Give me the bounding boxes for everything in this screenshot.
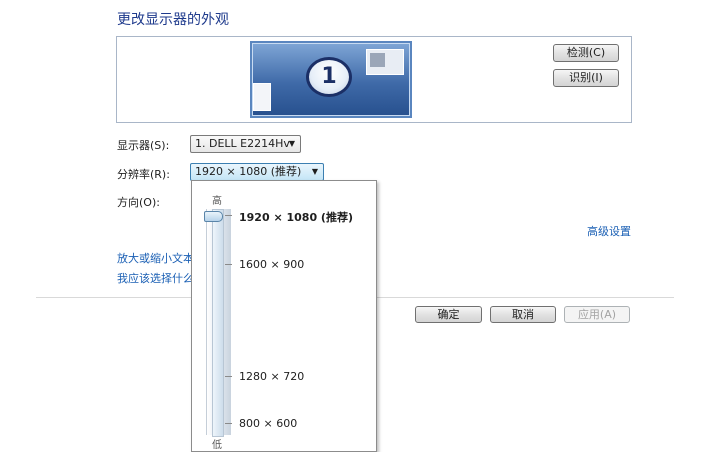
ok-button[interactable]: 确定 [415, 306, 482, 323]
resolution-dropdown: 高 1920 × 1080 (推荐) 1600 × 900 1280 × 720… [191, 180, 377, 452]
which-settings-link[interactable]: 我应该选择什么 [117, 270, 194, 286]
resolution-option[interactable]: 1600 × 900 [239, 258, 304, 271]
scale-high-label: 高 [212, 196, 222, 207]
apply-button: 应用(A) [564, 306, 630, 323]
resolution-slider-fill [212, 209, 224, 437]
resolution-select[interactable]: 1920 × 1080 (推荐) ▼ [190, 163, 324, 181]
page-title: 更改显示器的外观 [117, 12, 229, 28]
resolution-slider-thumb[interactable] [204, 211, 223, 222]
monitor-document-graphic [253, 83, 271, 111]
resolution-option[interactable]: 1920 × 1080 (推荐) [239, 209, 353, 225]
chevron-down-icon: ▼ [288, 139, 295, 148]
slider-tick [225, 215, 232, 216]
slider-tick [225, 423, 232, 424]
text-size-link[interactable]: 放大或缩小文本 [117, 250, 194, 266]
slider-tick [225, 264, 232, 265]
orientation-label: 方向(O): [117, 196, 160, 209]
slider-tick [225, 376, 232, 377]
advanced-settings-link[interactable]: 高级设置 [587, 223, 631, 239]
display-select[interactable]: 1. DELL E2214Hv ▼ [190, 135, 301, 153]
cancel-button[interactable]: 取消 [490, 306, 556, 323]
resolution-option[interactable]: 1280 × 720 [239, 370, 304, 383]
display-label: 显示器(S): [117, 139, 170, 152]
scale-low-label: 低 [212, 440, 222, 451]
monitor-window-graphic [366, 49, 404, 75]
resolution-select-value: 1920 × 1080 (推荐) [195, 165, 302, 178]
monitor-number-badge: 1 [306, 57, 352, 97]
resolution-label: 分辨率(R): [117, 168, 170, 181]
identify-button[interactable]: 识别(I) [553, 69, 619, 87]
display-select-value: 1. DELL E2214Hv [195, 137, 290, 150]
chevron-down-icon: ▼ [311, 167, 318, 176]
detect-button[interactable]: 检测(C) [553, 44, 619, 62]
resolution-option[interactable]: 800 × 600 [239, 417, 297, 430]
